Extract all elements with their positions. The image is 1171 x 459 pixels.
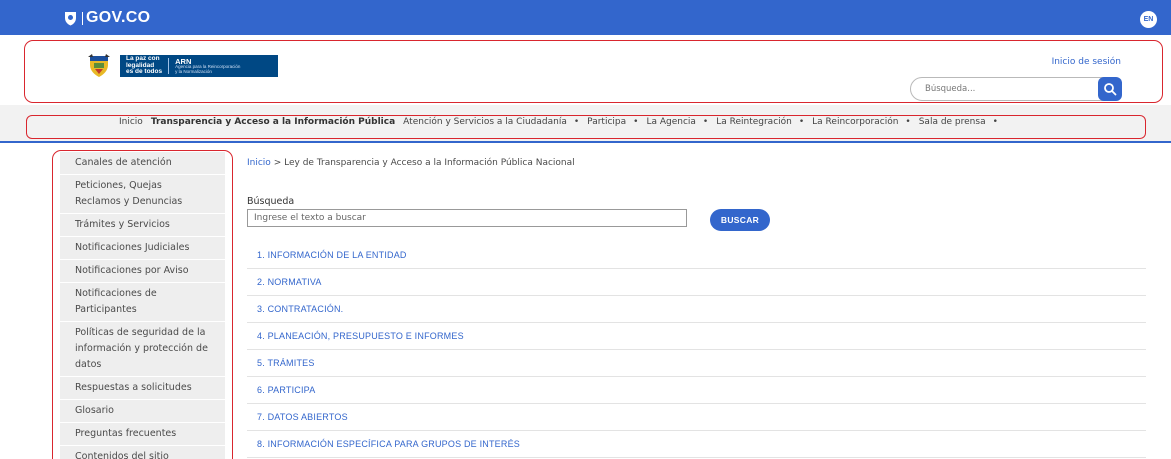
- nav-item-label: Sala de prensa: [918, 117, 986, 127]
- dropdown-indicator-icon: •: [573, 117, 580, 127]
- dropdown-indicator-icon: •: [702, 117, 709, 127]
- dropdown-indicator-icon: •: [633, 117, 639, 127]
- sidebar-item-1[interactable]: Peticiones, Quejas Reclamos y Denuncias: [60, 175, 225, 214]
- transparency-search-input[interactable]: [247, 209, 687, 227]
- transparency-section-list: 1. INFORMACIÓN DE LA ENTIDAD 2. NORMATIVA…: [247, 242, 1146, 458]
- sidebar-menu: Canales de atención Peticiones, Quejas Re…: [60, 152, 225, 459]
- nav-item-label: Atención y Servicios a la Ciudadanía: [403, 117, 567, 127]
- nav-item-label: La Agencia: [646, 117, 696, 127]
- nav-item-1[interactable]: Transparencia y Acceso a la Información …: [151, 117, 395, 127]
- section-link-2[interactable]: 2. NORMATIVA: [247, 269, 1146, 296]
- nav-item-label: Transparencia y Acceso a la Información …: [150, 117, 396, 127]
- nav-item-3[interactable]: Participa •: [587, 117, 638, 127]
- breadcrumb: Inicio > Ley de Transparencia y Acceso a…: [247, 158, 575, 168]
- nav-item-7[interactable]: Sala de prensa •: [919, 117, 998, 127]
- sidebar-item-4[interactable]: Notificaciones por Aviso: [60, 260, 225, 283]
- nav-item-4[interactable]: La Agencia •: [646, 117, 708, 127]
- dropdown-indicator-icon: •: [992, 117, 998, 127]
- section-link-3[interactable]: 3. CONTRATACIÓN.: [247, 296, 1146, 323]
- arn-brand-banner: La paz con legalidad es de todos ARN Age…: [120, 55, 278, 77]
- government-slogan: La paz con legalidad es de todos: [126, 55, 163, 76]
- dropdown-indicator-icon: •: [905, 117, 911, 127]
- nav-item-0[interactable]: Inicio: [119, 117, 143, 127]
- sidebar-item-6[interactable]: Políticas de seguridad de la información…: [60, 322, 225, 377]
- login-link[interactable]: Inicio de sesión: [1052, 57, 1121, 67]
- nav-item-2[interactable]: Atención y Servicios a la Ciudadanía •: [403, 117, 579, 127]
- main-navigation: Inicio Transparencia y Acceso a la Inform…: [0, 105, 1171, 143]
- arn-logo-text: ARN Agencia para la Reincorporación y la…: [175, 57, 241, 74]
- header-search-button[interactable]: [1098, 77, 1122, 101]
- breadcrumb-current: Ley de Transparencia y Acceso a la Infor…: [284, 158, 575, 168]
- header-search-input[interactable]: [925, 82, 1075, 96]
- sidebar-item-9[interactable]: Preguntas frecuentes: [60, 423, 225, 446]
- govco-topbar: GOV.CO EN: [0, 0, 1171, 35]
- brand-divider: [168, 58, 170, 74]
- header-search: [910, 77, 1122, 101]
- sidebar-item-8[interactable]: Glosario: [60, 400, 225, 423]
- nav-item-label: Inicio: [119, 117, 143, 127]
- entity-logo[interactable]: La paz con legalidad es de todos ARN Age…: [86, 53, 278, 79]
- sidebar-item-3[interactable]: Notificaciones Judiciales: [60, 237, 225, 260]
- govco-logo-separator: [82, 11, 83, 25]
- govco-brand-text: GOV.CO: [86, 9, 151, 26]
- sidebar-item-10[interactable]: Contenidos del sitio: [60, 446, 225, 459]
- site-header: La paz con legalidad es de todos ARN Age…: [0, 35, 1171, 105]
- nav-items: Inicio Transparencia y Acceso a la Inform…: [119, 117, 1006, 127]
- nav-item-5[interactable]: La Reintegración •: [716, 117, 804, 127]
- nav-item-label: La Reintegración: [716, 117, 792, 127]
- section-link-5[interactable]: 5. TRÁMITES: [247, 350, 1146, 377]
- dropdown-indicator-icon: •: [798, 117, 805, 127]
- section-link-1[interactable]: 1. INFORMACIÓN DE LA ENTIDAD: [247, 242, 1146, 269]
- sidebar-item-7[interactable]: Respuestas a solicitudes: [60, 377, 225, 400]
- breadcrumb-separator: >: [273, 158, 282, 168]
- sidebar-item-5[interactable]: Notificaciones de Participantes: [60, 283, 225, 322]
- sidebar-item-2[interactable]: Trámites y Servicios: [60, 214, 225, 237]
- nav-item-6[interactable]: La Reincorporación •: [812, 117, 911, 127]
- search-label: Búsqueda: [247, 196, 295, 207]
- language-toggle-button[interactable]: EN: [1140, 11, 1157, 28]
- search-icon: [1104, 83, 1117, 96]
- nav-item-label: La Reincorporación: [812, 117, 899, 127]
- nav-item-label: Participa: [587, 117, 627, 127]
- section-link-6[interactable]: 6. PARTICIPA: [247, 377, 1146, 404]
- section-link-8[interactable]: 8. INFORMACIÓN ESPECÍFICA PARA GRUPOS DE…: [247, 431, 1146, 458]
- govco-shield-icon: [65, 11, 76, 25]
- colombia-coat-of-arms-icon: [88, 54, 110, 77]
- sidebar-item-0[interactable]: Canales de atención: [60, 152, 225, 175]
- section-link-7[interactable]: 7. DATOS ABIERTOS: [247, 404, 1146, 431]
- govco-logo[interactable]: GOV.CO: [64, 9, 150, 27]
- breadcrumb-home-link[interactable]: Inicio: [247, 158, 271, 168]
- section-link-4[interactable]: 4. PLANEACIÓN, PRESUPUESTO E INFORMES: [247, 323, 1146, 350]
- search-submit-button[interactable]: BUSCAR: [710, 209, 770, 231]
